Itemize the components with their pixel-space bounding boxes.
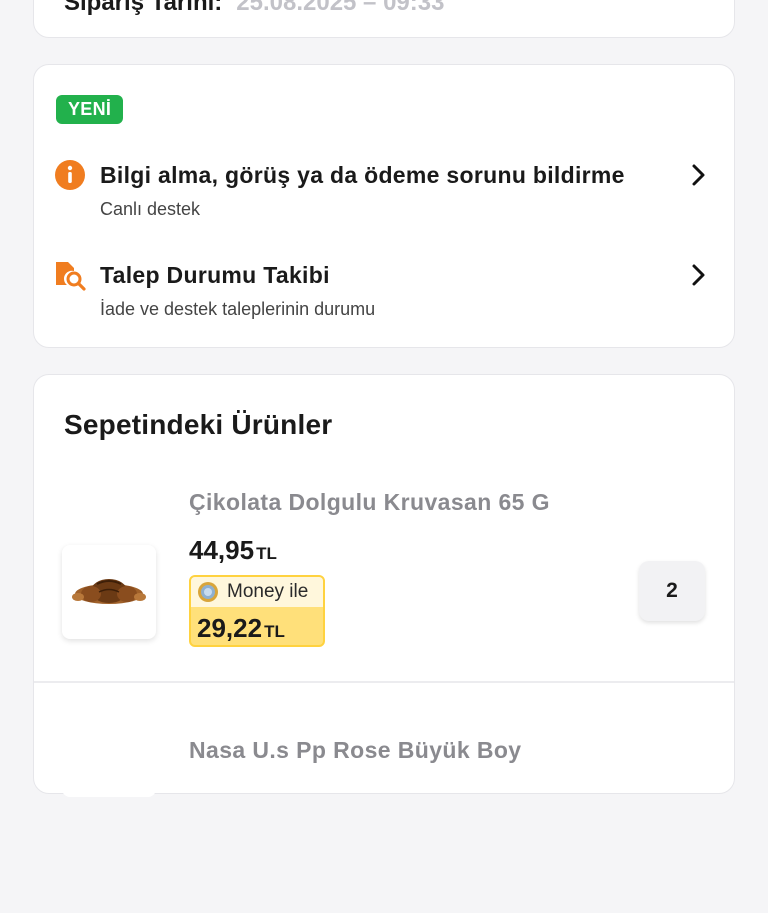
support-item-title: Bilgi alma, görüş ya da ödeme sorunu bil…: [100, 162, 625, 188]
order-date-row: Sipariş Tarihi: 25.08.2025 – 09:33: [64, 0, 444, 17]
basket-product: Nasa U.s Pp Rose Büyük Boy: [34, 733, 734, 913]
order-date-value: 25.08.2025 – 09:33: [236, 0, 445, 16]
money-price-value: 29,22: [197, 613, 263, 643]
chevron-right-icon: [686, 263, 710, 287]
support-item-subtitle: İade ve destek taleplerinin durumu: [100, 299, 376, 319]
croissant-icon: [72, 579, 146, 604]
order-date-label: Sipariş Tarihi:: [64, 0, 223, 16]
support-item-subtitle: Canlı destek: [100, 199, 201, 219]
money-price: 29,22 TL: [197, 613, 285, 644]
money-coin-icon: [198, 582, 218, 602]
order-info-card: Sipariş Tarihi: 25.08.2025 – 09:33: [33, 0, 735, 38]
document-search-icon: [54, 259, 86, 291]
product-name[interactable]: Çikolata Dolgulu Kruvasan 65 G: [189, 489, 550, 516]
product-image[interactable]: [62, 545, 156, 639]
quantity-selector[interactable]: 2: [639, 561, 705, 621]
product-divider: [34, 681, 734, 683]
basket-card: Sepetindeki Ürünler Çikolata Dolgulu Kru…: [33, 374, 735, 797]
support-item-title: Talep Durumu Takibi: [100, 262, 330, 288]
money-price-currency: TL: [264, 622, 285, 641]
chevron-right-icon: [686, 163, 710, 187]
price-value: 44,95: [189, 535, 255, 565]
basket-product: Çikolata Dolgulu Kruvasan 65 G 44,95TL: [34, 485, 734, 665]
price-currency: TL: [256, 544, 277, 563]
new-badge: YENİ: [56, 95, 124, 124]
money-discount-box: Money ile 29,22 TL: [189, 575, 325, 647]
money-label-row: Money ile: [191, 577, 323, 607]
product-image[interactable]: [62, 757, 156, 797]
basket-title: Sepetindeki Ürünler: [64, 409, 333, 440]
info-icon: [54, 159, 86, 191]
money-label: Money ile: [227, 581, 309, 602]
product-price: 44,95 TL: [189, 535, 277, 566]
support-item-live-support[interactable]: Bilgi alma, görüş ya da ödeme sorunu bil…: [54, 159, 710, 229]
product-name[interactable]: Nasa U.s Pp Rose Büyük Boy: [189, 737, 522, 764]
support-item-request-tracking[interactable]: Talep Durumu Takibi İade ve destek talep…: [54, 259, 710, 329]
support-card: YENİ Bilgi alma, görüş ya da ödeme sorun…: [33, 64, 735, 348]
